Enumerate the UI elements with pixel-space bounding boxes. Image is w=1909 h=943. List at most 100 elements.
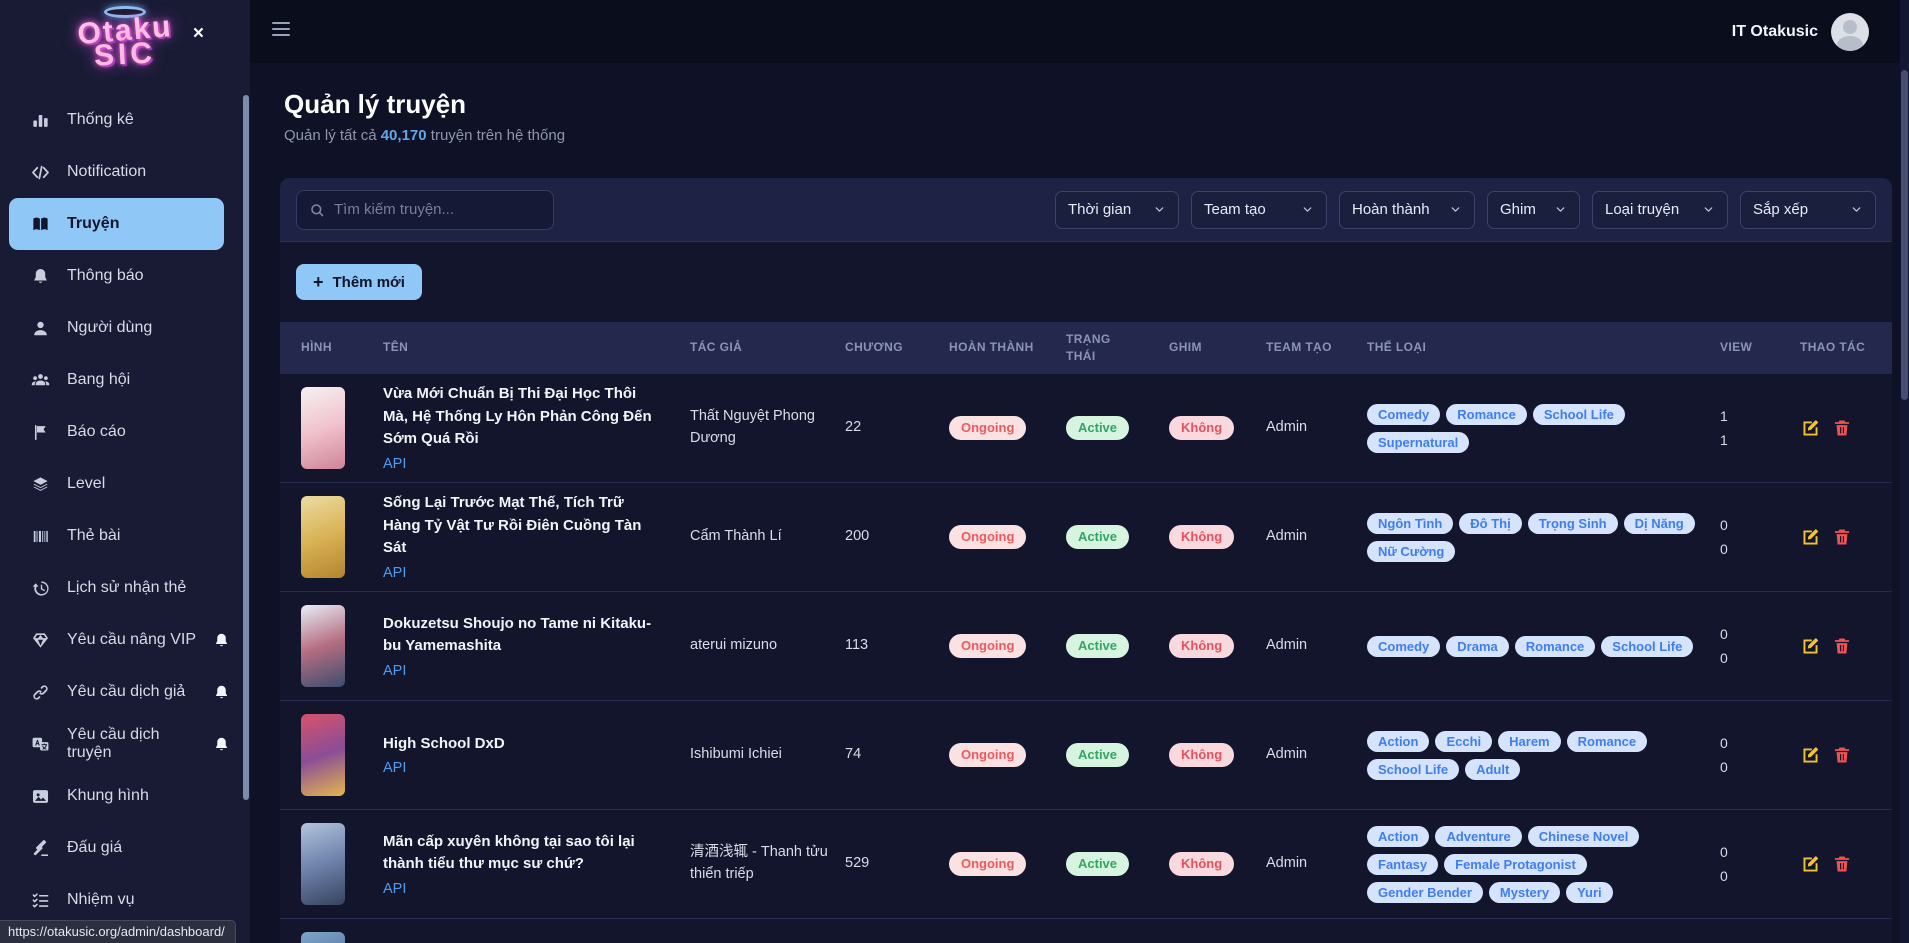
sidebar-item-th-ng-b-o[interactable]: Thông báo — [0, 250, 250, 302]
column-header: THỂ LOẠI — [1367, 339, 1720, 356]
genre-tag[interactable]: Comedy — [1367, 404, 1440, 425]
plus-icon: + — [313, 273, 324, 291]
sidebar-item-y-u-c-u-n-ng-vip[interactable]: Yêu cầu nâng VIP — [0, 614, 250, 666]
genre-tag[interactable]: Romance — [1567, 731, 1648, 752]
sidebar-item-notification[interactable]: Notification — [0, 146, 250, 198]
sidebar-nav: Thống kêNotificationTruyệnThông báoNgười… — [0, 94, 250, 926]
genre-tag[interactable]: Nữ Cường — [1367, 541, 1455, 562]
genre-tag[interactable]: School Life — [1367, 759, 1459, 780]
genre-tag[interactable]: Drama — [1446, 636, 1508, 657]
edit-button[interactable] — [1800, 745, 1820, 765]
edit-button[interactable] — [1800, 854, 1820, 874]
edit-button[interactable] — [1800, 418, 1820, 438]
genre-tags: Action Ecchi Harem Romance School Life Adult — [1367, 719, 1706, 792]
genre-tag[interactable]: Female Protagonist — [1444, 854, 1587, 875]
view-count-secondary: 0 — [1720, 759, 1728, 775]
delete-button[interactable] — [1832, 854, 1852, 874]
view-count-total: 0 — [1720, 844, 1728, 860]
chevron-down-icon — [1850, 203, 1863, 216]
view-count-total: 0 — [1720, 517, 1728, 533]
genre-tag[interactable]: Trọng Sinh — [1528, 513, 1618, 534]
delete-button[interactable] — [1832, 636, 1852, 656]
story-cover[interactable] — [301, 496, 345, 578]
sidebar-item-b-o-c-o[interactable]: Báo cáo — [0, 406, 250, 458]
delete-button[interactable] — [1832, 418, 1852, 438]
api-link[interactable]: API — [383, 663, 406, 679]
genre-tag[interactable]: Mystery — [1489, 882, 1560, 903]
column-header: CHƯƠNG — [845, 339, 949, 356]
story-cover[interactable] — [301, 932, 345, 943]
genre-tag[interactable]: Comedy — [1367, 636, 1440, 657]
genre-tag[interactable]: Ngôn Tình — [1367, 513, 1453, 534]
sidebar-item-label: Nhiệm vụ — [67, 891, 135, 909]
search-input[interactable] — [334, 201, 541, 218]
sidebar-item-nhi-m-v-[interactable]: Nhiệm vụ — [0, 874, 250, 926]
sidebar-item-label: Yêu cầu dịch giả — [67, 683, 185, 701]
user-avatar[interactable] — [1831, 13, 1869, 51]
genre-tag[interactable]: Romance — [1515, 636, 1596, 657]
genre-tag[interactable]: Action — [1367, 826, 1429, 847]
sidebar-item-khung-h-nh[interactable]: Khung hình — [0, 770, 250, 822]
story-chapters: 22 — [845, 417, 949, 439]
table-row — [280, 919, 1892, 943]
window-scrollbar[interactable] — [1901, 70, 1908, 400]
genre-tag[interactable]: Đô Thị — [1459, 513, 1521, 534]
filter-select-s-p-x-p[interactable]: Sắp xếp — [1740, 191, 1876, 229]
genre-tag[interactable]: Gender Bender — [1367, 882, 1483, 903]
story-cover[interactable] — [301, 823, 345, 905]
genre-tag[interactable]: Action — [1367, 731, 1429, 752]
filter-label: Thời gian — [1068, 201, 1131, 218]
delete-button[interactable] — [1832, 745, 1852, 765]
genre-tag[interactable]: Adult — [1465, 759, 1520, 780]
sidebar-scrollbar[interactable] — [243, 95, 249, 800]
genre-tag[interactable]: Dị Năng — [1624, 513, 1695, 534]
genre-tag[interactable]: School Life — [1533, 404, 1625, 425]
app-logo: Otaku SIC — [0, 0, 250, 72]
sidebar-item-th-b-i[interactable]: Thẻ bài — [0, 510, 250, 562]
sidebar-item-l-ch-s-nh-n-th-[interactable]: Lịch sử nhận thẻ — [0, 562, 250, 614]
story-cover[interactable] — [301, 605, 345, 687]
story-title: Mãn cấp xuyên không tại sao tôi lại thàn… — [383, 831, 676, 876]
sidebar-item-truy-n[interactable]: Truyện — [9, 198, 224, 250]
sidebar-item-th-ng-k-[interactable]: Thống kê — [0, 94, 250, 146]
genre-tag[interactable]: Adventure — [1435, 826, 1521, 847]
sidebar-close-icon[interactable]: × — [193, 24, 204, 43]
search-box[interactable] — [296, 190, 554, 230]
sidebar-item-y-u-c-u-d-ch-truy-n[interactable]: Yêu cầu dịch truyện — [0, 718, 250, 770]
filter-select-ghim[interactable]: Ghim — [1487, 191, 1580, 229]
story-cover[interactable] — [301, 714, 345, 796]
sidebar-item-ng-i-d-ng[interactable]: Người dùng — [0, 302, 250, 354]
add-story-button[interactable]: + Thêm mới — [296, 264, 422, 300]
genre-tag[interactable]: Harem — [1498, 731, 1560, 752]
genre-tag[interactable]: School Life — [1601, 636, 1693, 657]
table-header: HÌNHTÊNTÁC GIẢCHƯƠNGHOÀN THÀNHTRẠNG THÁI… — [280, 322, 1892, 374]
edit-button[interactable] — [1800, 527, 1820, 547]
filter-select-th-i-gian[interactable]: Thời gian — [1055, 191, 1179, 229]
sidebar-item--u-gi-[interactable]: Đấu giá — [0, 822, 250, 874]
story-cover[interactable] — [301, 387, 345, 469]
genre-tag[interactable]: Fantasy — [1367, 854, 1438, 875]
sidebar-item-level[interactable]: Level — [0, 458, 250, 510]
genre-tags: Ngôn Tình Đô Thị Trọng Sinh Dị Năng Nữ Cường — [1367, 501, 1706, 574]
api-link[interactable]: API — [383, 565, 406, 581]
api-link[interactable]: API — [383, 760, 406, 776]
genre-tag[interactable]: Ecchi — [1435, 731, 1492, 752]
genre-tag[interactable]: Romance — [1446, 404, 1527, 425]
api-link[interactable]: API — [383, 881, 406, 897]
genre-tag[interactable]: Supernatural — [1367, 432, 1469, 453]
filter-select-lo-i-truy-n[interactable]: Loại truyện — [1592, 191, 1728, 229]
genre-tag[interactable]: Chinese Novel — [1528, 826, 1640, 847]
edit-button[interactable] — [1800, 636, 1820, 656]
sidebar-item-bang-h-i[interactable]: Bang hội — [0, 354, 250, 406]
completion-badge: Ongoing — [949, 743, 1026, 767]
view-count-secondary: 0 — [1720, 868, 1728, 884]
api-link[interactable]: API — [383, 456, 406, 472]
hamburger-menu-icon[interactable] — [272, 21, 292, 42]
sidebar-item-y-u-c-u-d-ch-gi-[interactable]: Yêu cầu dịch giả — [0, 666, 250, 718]
delete-button[interactable] — [1832, 527, 1852, 547]
pinned-badge: Không — [1169, 743, 1234, 767]
filters-group: Thời gian Team tạo Hoàn thành Ghim Loại truy… — [1055, 191, 1876, 229]
filter-select-team-t-o[interactable]: Team tạo — [1191, 191, 1327, 229]
filter-select-ho-n-th-nh[interactable]: Hoàn thành — [1339, 191, 1475, 229]
genre-tag[interactable]: Yuri — [1566, 882, 1613, 903]
